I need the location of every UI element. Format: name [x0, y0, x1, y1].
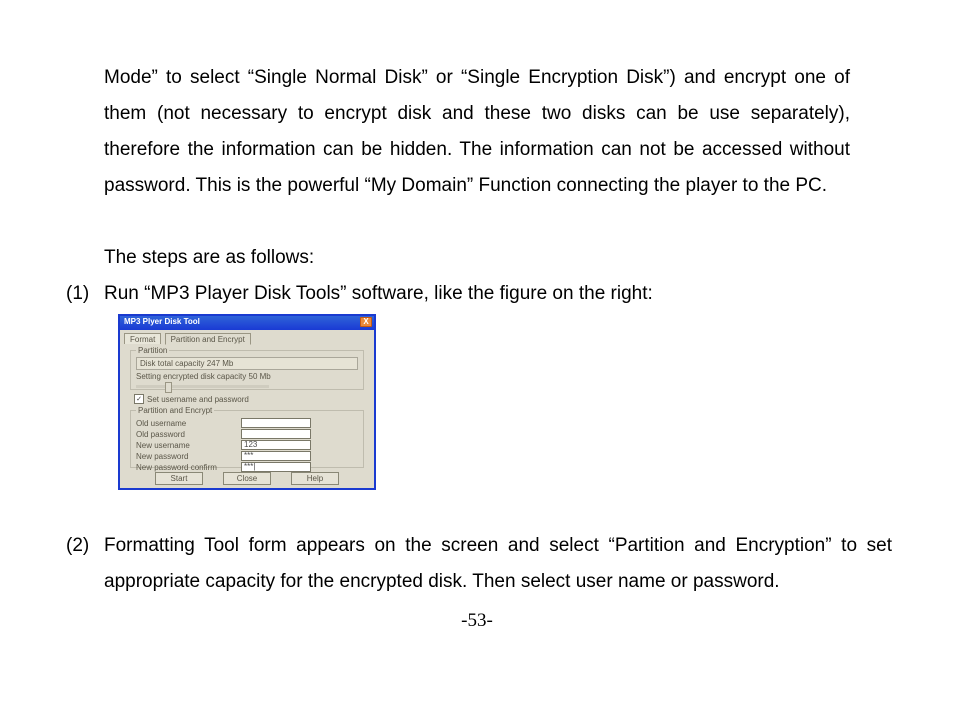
ordered-item-2-text: Formatting Tool form appears on the scre…	[104, 528, 892, 600]
set-credentials-checkbox[interactable]: ✓	[134, 394, 144, 404]
input-old-username[interactable]	[241, 418, 311, 428]
help-button[interactable]: Help	[291, 472, 339, 485]
input-new-password-confirm[interactable]: ***|	[241, 462, 311, 472]
dialog-screenshot: MP3 Plyer Disk Tool X Format Partition a…	[118, 314, 376, 490]
close-icon[interactable]: X	[360, 317, 372, 327]
close-button[interactable]: Close	[223, 472, 271, 485]
input-old-password[interactable]	[241, 429, 311, 439]
label-old-username: Old username	[136, 419, 241, 428]
start-button[interactable]: Start	[155, 472, 203, 485]
dialog-button-bar: Start Close Help	[120, 472, 374, 485]
document-page: Mode” to select “Single Normal Disk” or …	[0, 0, 954, 702]
ordered-item-2-number: (2)	[56, 528, 104, 564]
label-old-password: Old password	[136, 430, 241, 439]
input-new-password[interactable]: ***	[241, 451, 311, 461]
tab-strip: Format Partition and Encrypt	[120, 330, 374, 344]
label-new-username: New username	[136, 441, 241, 450]
set-credentials-label: Set username and password	[147, 395, 249, 404]
input-new-username[interactable]: 123	[241, 440, 311, 450]
label-new-password: New password	[136, 452, 241, 461]
ordered-item-1-number: (1)	[56, 276, 104, 312]
ordered-item-2: (2) Formatting Tool form appears on the …	[56, 528, 892, 600]
paragraph-main: Mode” to select “Single Normal Disk” or …	[104, 60, 850, 204]
label-new-password-confirm: New password confirm	[136, 463, 241, 472]
disk-total-capacity: Disk total capacity 247 Mb	[136, 357, 358, 370]
ordered-item-1-text: Run “MP3 Player Disk Tools” software, li…	[104, 276, 850, 312]
slider-thumb-icon[interactable]	[165, 382, 172, 393]
dialog-title: MP3 Plyer Disk Tool	[124, 317, 200, 326]
dialog-titlebar: MP3 Plyer Disk Tool X	[120, 316, 374, 330]
fieldset-partition-encrypt: Partition and Encrypt Old username Old p…	[130, 406, 364, 468]
paragraph-steps-intro: The steps are as follows:	[104, 240, 850, 276]
page-number: -53-	[0, 610, 954, 632]
dialog-panel: Partition Disk total capacity 247 Mb Set…	[125, 344, 369, 471]
fieldset-partition: Partition Disk total capacity 247 Mb Set…	[130, 346, 364, 390]
capacity-slider[interactable]	[136, 385, 269, 388]
fieldset-pe-legend: Partition and Encrypt	[136, 406, 214, 415]
setting-encrypted-capacity: Setting encrypted disk capacity 50 Mb	[136, 372, 358, 381]
fieldset-partition-legend: Partition	[136, 346, 169, 355]
ordered-item-1: (1) Run “MP3 Player Disk Tools” software…	[56, 276, 850, 312]
tab-format[interactable]: Format	[124, 333, 161, 344]
set-credentials-row: ✓ Set username and password	[134, 394, 249, 404]
